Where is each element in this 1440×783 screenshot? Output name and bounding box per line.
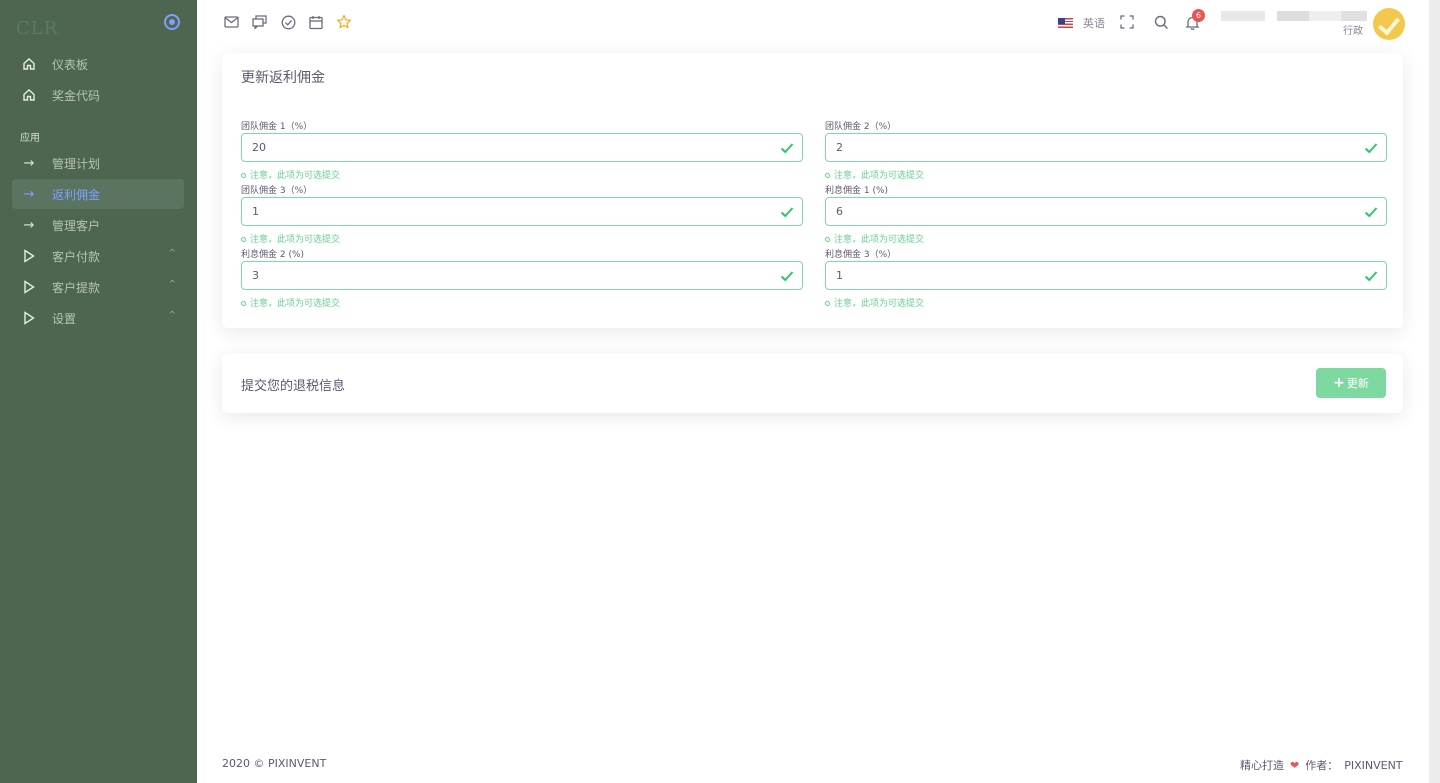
input-value: 1 [836, 269, 843, 282]
chat-icon[interactable] [251, 14, 267, 30]
calendar-icon[interactable] [308, 14, 324, 30]
sidebar-item-label: 返利佣金 [52, 187, 101, 202]
footer-crafted: 精心打造 [1240, 759, 1284, 772]
arrow-right-icon: → [23, 217, 35, 233]
fullscreen-icon[interactable] [1119, 14, 1135, 30]
update-commission-card: 更新返利佣金 团队佣金 1（%） 20 注意，此项为可选提交 团队佣金 2（%）… [222, 53, 1403, 328]
chevron-up-icon: ^ [168, 280, 176, 290]
sidebar-section-label: 应用 [20, 133, 40, 144]
search-icon[interactable] [1153, 14, 1169, 30]
play-icon [22, 311, 36, 325]
sidebar-item-manage-plans[interactable]: → 管理计划 [12, 148, 184, 178]
us-flag-icon [1058, 18, 1073, 28]
brand-logo[interactable]: CLR [16, 18, 58, 39]
card-title: 更新返利佣金 [241, 70, 325, 86]
chevron-up-icon: ^ [168, 311, 176, 321]
language-selector[interactable]: 英语 [1058, 15, 1105, 31]
home-icon [22, 88, 36, 102]
field-label-interest-commission-2: 利息佣金 2 (%) [241, 250, 305, 260]
star-icon[interactable] [336, 14, 352, 30]
team-commission-1-input[interactable]: 20 [241, 133, 803, 162]
footer-credits: 精心打造 ❤ 作者： PIXINVENT [1240, 757, 1403, 773]
arrow-right-icon: → [23, 155, 35, 171]
input-value: 3 [252, 269, 259, 282]
field-hint: 注意，此项为可选提交 [241, 296, 340, 309]
field-label-team-commission-2: 团队佣金 2（%） [825, 122, 897, 132]
sidebar-toggle-icon[interactable] [164, 14, 180, 30]
check-icon [780, 207, 794, 218]
field-label-team-commission-1: 团队佣金 1（%） [241, 122, 313, 132]
update-button[interactable]: + 更新 [1316, 368, 1386, 398]
update-button-label: 更新 [1346, 377, 1369, 390]
team-commission-2-input[interactable]: 2 [825, 133, 1387, 162]
input-value: 1 [252, 205, 259, 218]
mail-icon[interactable] [223, 14, 239, 30]
sidebar-item-label: 客户付款 [52, 249, 101, 264]
field-hint: 注意，此项为可选提交 [825, 232, 924, 245]
scrollbar-track[interactable] [1429, 0, 1440, 783]
check-icon [780, 143, 794, 154]
input-value: 20 [252, 141, 266, 154]
play-icon [22, 249, 36, 263]
top-navbar: 英语 6 行政 [197, 0, 1440, 46]
team-commission-3-input[interactable]: 1 [241, 197, 803, 226]
plus-icon: + [1333, 375, 1345, 391]
field-hint: 注意，此项为可选提交 [825, 296, 924, 309]
sidebar-item-label: 设置 [52, 311, 77, 326]
check-icon [780, 271, 794, 282]
card-title: 提交您的退税信息 [241, 379, 346, 394]
footer-copyright: 2020 © PIXINVENT [222, 757, 327, 770]
check-icon [1364, 143, 1378, 154]
sidebar-item-label: 管理客户 [52, 218, 101, 233]
field-label-team-commission-3: 团队佣金 3（%） [241, 186, 313, 196]
sidebar-item-label: 客户提款 [52, 280, 101, 295]
chevron-up-icon: ^ [168, 249, 176, 259]
sidebar-item-bonus-code[interactable]: 奖金代码 [12, 80, 184, 110]
language-label: 英语 [1083, 17, 1105, 30]
sidebar-item-customer-withdrawals[interactable]: 客户提款 ^ [12, 272, 184, 302]
sidebar-item-label: 仪表板 [52, 57, 89, 72]
home-icon [22, 57, 36, 71]
arrow-right-icon: → [23, 186, 35, 202]
sidebar-item-dashboard[interactable]: 仪表板 [12, 49, 184, 79]
field-label-interest-commission-1: 利息佣金 1 (%) [825, 186, 889, 196]
field-hint: 注意，此项为可选提交 [241, 168, 340, 181]
field-hint: 注意，此项为可选提交 [825, 168, 924, 181]
sidebar-item-customer-payments[interactable]: 客户付款 ^ [12, 241, 184, 271]
notification-badge: 6 [1192, 9, 1205, 22]
field-hint: 注意，此项为可选提交 [241, 232, 340, 245]
footer-author-label: 作者： [1305, 759, 1339, 772]
field-label-interest-commission-3: 利息佣金 3（%） [825, 250, 897, 260]
sidebar-item-label: 奖金代码 [52, 88, 101, 103]
sidebar-item-label: 管理计划 [52, 156, 101, 171]
submit-rebate-card: 提交您的退税信息 + 更新 [222, 354, 1403, 413]
sidebar: CLR 仪表板 奖金代码 应用 → 管理计划 → 返利佣金 → 管理客户 客户付… [0, 0, 197, 783]
check-circle-icon[interactable] [280, 14, 296, 30]
input-value: 2 [836, 141, 843, 154]
heart-icon: ❤ [1290, 758, 1300, 772]
user-role: 行政 [1343, 26, 1363, 37]
check-icon [1364, 207, 1378, 218]
interest-commission-3-input[interactable]: 1 [825, 261, 1387, 290]
interest-commission-1-input[interactable]: 6 [825, 197, 1387, 226]
user-name-blurred[interactable] [1221, 11, 1367, 21]
play-icon [22, 280, 36, 294]
avatar[interactable] [1373, 8, 1405, 40]
footer-author[interactable]: PIXINVENT [1344, 759, 1402, 772]
check-icon [1364, 271, 1378, 282]
sidebar-item-settings[interactable]: 设置 ^ [12, 303, 184, 333]
sidebar-item-rebate-commission[interactable]: → 返利佣金 [12, 179, 184, 209]
sidebar-item-manage-customers[interactable]: → 管理客户 [12, 210, 184, 240]
interest-commission-2-input[interactable]: 3 [241, 261, 803, 290]
input-value: 6 [836, 205, 843, 218]
